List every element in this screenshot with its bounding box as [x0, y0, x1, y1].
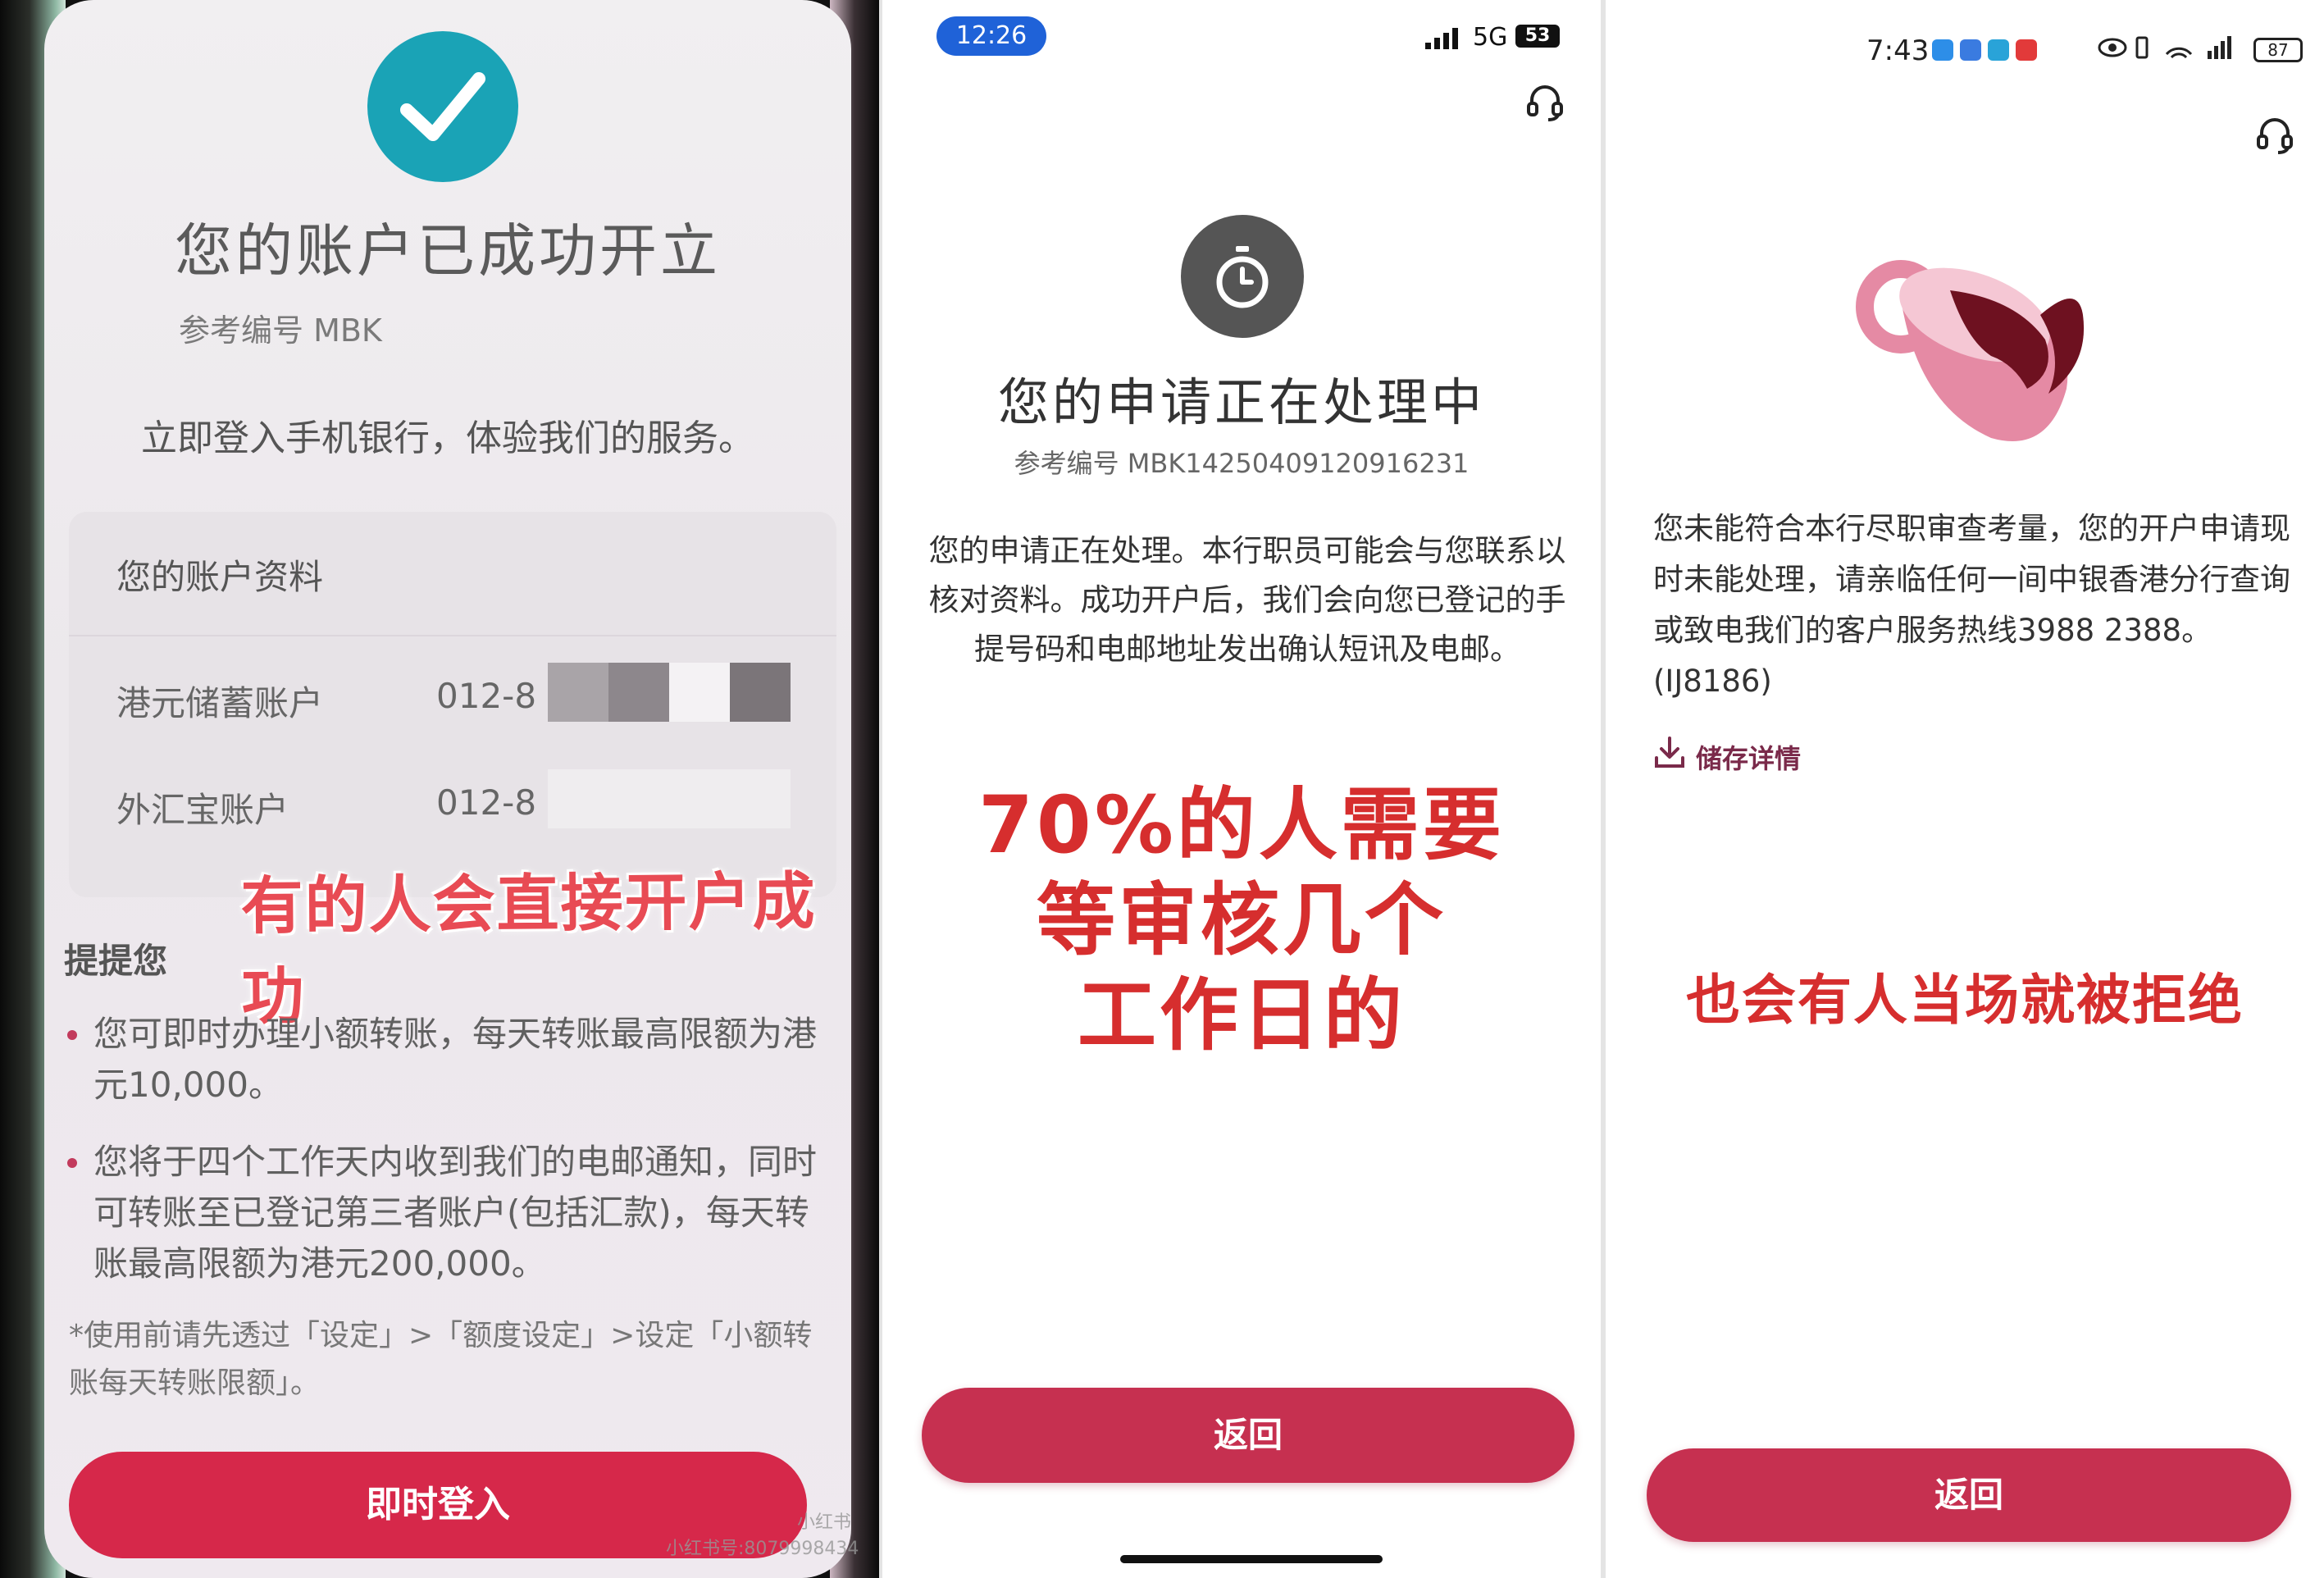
account-row-hkd-savings: 港元储蓄账户 012-8: [69, 646, 836, 751]
account-label: 港元储蓄账户: [116, 683, 324, 723]
status-time: 12:26: [936, 16, 1046, 56]
processing-message: 您的申请正在处理。本行职员可能会与您联系以核对资料。成功开户后，我们会向您已登记…: [928, 533, 1566, 667]
panel-account-opened: 您的账户已成功开立 参考编号 MBK 立即登入手机银行，体验我们的服务。 您的账…: [0, 0, 879, 1578]
network-type: 5G: [1473, 23, 1508, 52]
download-icon: [1655, 737, 1684, 768]
battery-icon: 53: [1515, 25, 1560, 48]
back-button[interactable]: 返回: [1647, 1448, 2291, 1542]
overlay-caption: 70%的人需要 等审核几个 工作日的: [882, 778, 1601, 1063]
app-notification-icon: [1932, 39, 1953, 61]
spilled-cup-icon: [1856, 260, 2085, 441]
account-number: 012-8: [436, 676, 537, 716]
phone-screen: 您的账户已成功开立 参考编号 MBK 立即登入手机银行，体验我们的服务。 您的账…: [44, 0, 851, 1578]
overlay-line: 等审核几个: [1037, 874, 1447, 966]
timer-icon: [1181, 215, 1304, 338]
redaction-block: [608, 663, 669, 722]
reference-number: 参考编号 MBK: [179, 312, 382, 349]
overlay-caption: 也会有人当场就被拒绝: [1686, 969, 2244, 1032]
redaction-block: [548, 769, 791, 828]
rejection-message: 您未能符合本行尽职审查考量，您的开户申请现时未能处理，请亲临任何一间中银香港分行…: [1653, 511, 2290, 699]
watermark-id: 小红书号:8079998434: [666, 1539, 859, 1559]
panel-application-rejected: 7:43 87 您未能符合本行尽职审查考量，您的开户申请现时未能处理，请亲临任何…: [1606, 0, 2324, 1578]
panel-application-processing: 12:26 5G 53 您的申请正在处理中 参考编号 MBK1425040912…: [882, 0, 1601, 1578]
status-icons: [2098, 36, 2231, 59]
account-card-title: 您的账户资料: [116, 557, 324, 597]
account-number: 012-8: [436, 782, 537, 823]
app-notification-icon: [1988, 39, 2009, 61]
success-check-icon: [367, 31, 518, 182]
status-time: 7:43: [1866, 34, 1930, 67]
back-button[interactable]: 返回: [922, 1388, 1574, 1483]
battery-icon: 87: [2253, 38, 2303, 62]
headset-icon[interactable]: [2255, 115, 2294, 156]
login-tip: 立即登入手机银行，体验我们的服务。: [141, 417, 754, 459]
reminder-bullet: 您将于四个工作天内收到我们的电邮通知，同时可转账至已登记第三者账户(包括汇款)，…: [64, 1137, 835, 1289]
headset-icon[interactable]: [1525, 82, 1565, 123]
footnote: *使用前请先透过「设定」>「额度设定」>设定「小额转账每天转账限额」。: [69, 1319, 813, 1400]
home-indicator[interactable]: [1120, 1555, 1383, 1563]
save-details-label: 储存详情: [1696, 743, 1802, 774]
account-info-card: 您的账户资料 港元储蓄账户 012-8 外汇宝账户 012-8: [69, 512, 836, 897]
redaction-block: [548, 663, 608, 722]
overlay-line: 70%的人需要: [978, 779, 1505, 871]
app-notification-icon: [1960, 39, 1981, 61]
account-label: 外汇宝账户: [116, 790, 289, 830]
page-title: 您的申请正在处理中: [997, 372, 1485, 432]
account-row-fx: 外汇宝账户 012-8: [69, 753, 836, 858]
save-details-link[interactable]: 储存详情: [1653, 735, 1801, 776]
reminder-bullet: 您可即时办理小额转账，每天转账最高限额为港元10,000。: [64, 1009, 835, 1111]
app-notification-icon: [2016, 39, 2037, 61]
reference-number: 参考编号 MBK14250409120916231: [1014, 448, 1470, 479]
redaction-block: [730, 663, 791, 722]
redaction-block: [669, 663, 730, 722]
signal-icon: [1425, 28, 1458, 49]
account-card-header: 您的账户资料: [69, 512, 836, 636]
overlay-line: 工作日的: [1078, 969, 1406, 1061]
reminder-title: 提提您: [64, 941, 168, 981]
watermark-badge: 小红书: [797, 1512, 852, 1533]
page-title: 您的账户已成功开立: [175, 217, 721, 285]
